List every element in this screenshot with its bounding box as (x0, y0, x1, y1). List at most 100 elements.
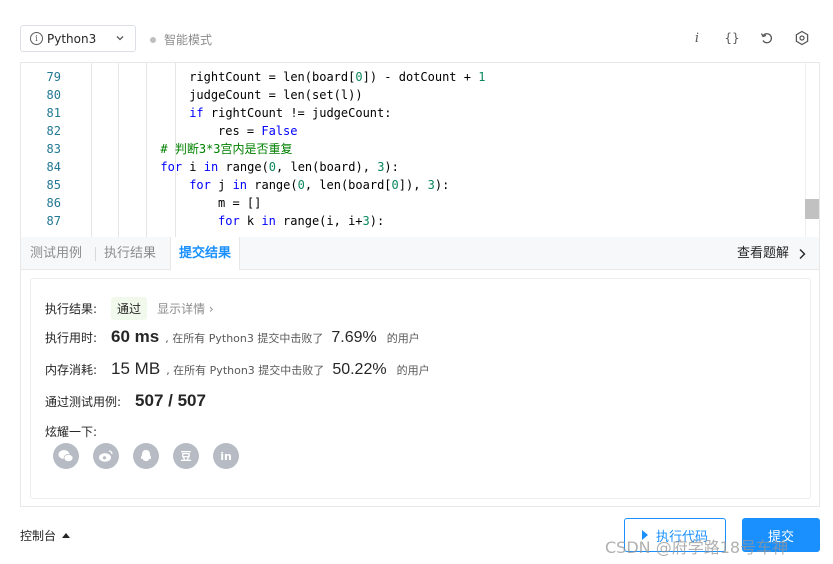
code-token: 0 (391, 178, 399, 192)
code-token: range( (247, 178, 298, 192)
code-line[interactable]: judgeCount = len(set(l)) (189, 86, 362, 104)
scrollbar-thumb[interactable] (805, 199, 819, 219)
code-token: 0 (297, 178, 305, 192)
code-line[interactable]: rightCount = len(board[0]) - dotCount + … (189, 68, 485, 86)
wechat-icon[interactable] (53, 443, 79, 469)
code-token: 0 (355, 70, 363, 84)
line-number: 82 (46, 124, 61, 138)
code-area[interactable]: rightCount = len(board[0]) - dotCount + … (71, 63, 806, 237)
qq-icon[interactable] (133, 443, 159, 469)
smart-mode-label: 智能模式 (164, 33, 213, 47)
chevron-right-icon (799, 248, 806, 259)
code-line[interactable]: m = [] (218, 194, 261, 212)
share-icons: 豆 in (53, 443, 253, 469)
memory-beat-text: , 在所有 Python3 提交中击败了 (166, 364, 325, 377)
code-token: m = [] (218, 196, 262, 210)
code-token: for (189, 178, 211, 192)
tab-submit-result[interactable]: 提交结果 (170, 237, 241, 270)
code-token: rightCount != judgeCount: (203, 106, 392, 120)
code-token: in (232, 178, 248, 192)
line-number: 83 (46, 142, 61, 156)
testcases-label: 通过测试用例: (45, 395, 122, 409)
code-token: judgeCount = len(set(l)) (189, 88, 363, 102)
code-token: False (261, 124, 298, 138)
tab-test-case[interactable]: 测试用例 (30, 237, 82, 270)
line-number-gutter: 79 80 81 82 83 84 85 86 87 (21, 63, 71, 237)
braces-icon[interactable]: {} (722, 28, 742, 48)
code-token: 3 (362, 214, 370, 228)
weibo-icon[interactable] (93, 443, 119, 469)
result-tabs: 测试用例 执行结果 提交结果 查看题解 (20, 237, 820, 270)
code-line[interactable]: # 判断3*3宫内是否重复 (160, 140, 292, 158)
line-number: 85 (46, 178, 61, 192)
code-token: ): (384, 160, 399, 174)
code-token: , len(board), (276, 160, 378, 174)
code-token: rightCount = len(board[ (189, 70, 356, 84)
reset-icon[interactable] (757, 28, 777, 48)
status-label: 执行结果: (45, 302, 98, 316)
code-line[interactable]: res = False (218, 122, 297, 140)
editor-scrollbar[interactable] (805, 63, 819, 237)
code-token: ]) - dotCount + (362, 70, 479, 84)
testcases-value: 507 / 507 (135, 391, 206, 410)
code-token: ): (369, 214, 385, 228)
info-icon[interactable]: i (687, 28, 707, 48)
code-token: range(i, i+ (275, 214, 363, 228)
memory-suffix: 的用户 (396, 364, 430, 377)
line-number: 86 (46, 196, 61, 210)
language-select[interactable]: i Python3 (20, 25, 136, 52)
smart-mode-toggle[interactable]: 智能模式 (150, 31, 212, 48)
info-circle-icon: i (30, 32, 43, 45)
code-token: 1 (478, 70, 486, 84)
indent-guide (118, 63, 119, 237)
code-token: range( (218, 160, 269, 174)
code-line[interactable]: for k in range(i, i+3): (218, 212, 384, 230)
show-details-label: 显示详情 (157, 302, 206, 316)
mode-dot-icon (150, 36, 156, 43)
code-token: for (160, 160, 183, 174)
line-number: 87 (46, 214, 61, 228)
tab-run-result[interactable]: 执行结果 (104, 237, 156, 270)
tab-divider (95, 247, 96, 261)
code-line[interactable]: for i in range(0, len(board), 3): (160, 158, 398, 176)
status-badge: 通过 (111, 297, 148, 320)
code-token: # 判断3*3宫内是否重复 (160, 142, 293, 156)
memory-row: 内存消耗: 15 MB , 在所有 Python3 提交中击败了 50.22% … (45, 359, 430, 379)
code-line[interactable]: for j in range(0, len(board[0]), 3): (189, 176, 449, 194)
code-line[interactable]: if rightCount != judgeCount: (189, 104, 391, 122)
testcases-row: 通过测试用例: 507 / 507 (45, 391, 206, 411)
code-token: res = (218, 124, 262, 138)
status-row: 执行结果: 通过 显示详情 › (45, 297, 214, 320)
line-number: 81 (46, 106, 61, 120)
runtime-label: 执行用时: (45, 331, 98, 345)
view-solution-label: 查看题解 (736, 246, 789, 261)
code-token: ]), (398, 178, 428, 192)
memory-label: 内存消耗: (45, 363, 98, 377)
share-row-label: 炫耀一下: (45, 423, 97, 440)
settings-icon[interactable] (792, 28, 812, 48)
line-number: 80 (46, 88, 61, 102)
indent-guide (146, 63, 147, 237)
indent-guide (91, 63, 92, 237)
caret-up-icon (62, 533, 71, 538)
result-card: 执行结果: 通过 显示详情 › 执行用时: 60 ms , 在所有 Python… (30, 278, 811, 499)
console-toggle[interactable]: 控制台 (20, 527, 71, 544)
language-select-value: Python3 (47, 31, 97, 46)
code-token: in (261, 214, 276, 228)
code-token: k (239, 214, 262, 228)
runtime-percent: 7.69% (331, 329, 377, 346)
line-number: 79 (46, 70, 61, 84)
code-token: for (218, 214, 240, 228)
runtime-row: 执行用时: 60 ms , 在所有 Python3 提交中击败了 7.69% 的… (45, 327, 420, 347)
editor-toolbar: i Python3 智能模式 i {} (0, 0, 833, 62)
linkedin-icon[interactable]: in (213, 443, 239, 469)
code-editor[interactable]: 79 80 81 82 83 84 85 86 87 rightCount = len(boar… (20, 62, 820, 237)
code-token: i (182, 160, 204, 174)
douban-icon[interactable]: 豆 (173, 443, 199, 469)
show-details-link[interactable]: 显示详情 › (157, 300, 214, 317)
code-token: in (203, 160, 219, 174)
console-label: 控制台 (20, 529, 57, 543)
line-number: 84 (46, 160, 61, 174)
chevron-down-icon (116, 36, 124, 41)
view-solution-link[interactable]: 查看题解 (737, 237, 809, 270)
